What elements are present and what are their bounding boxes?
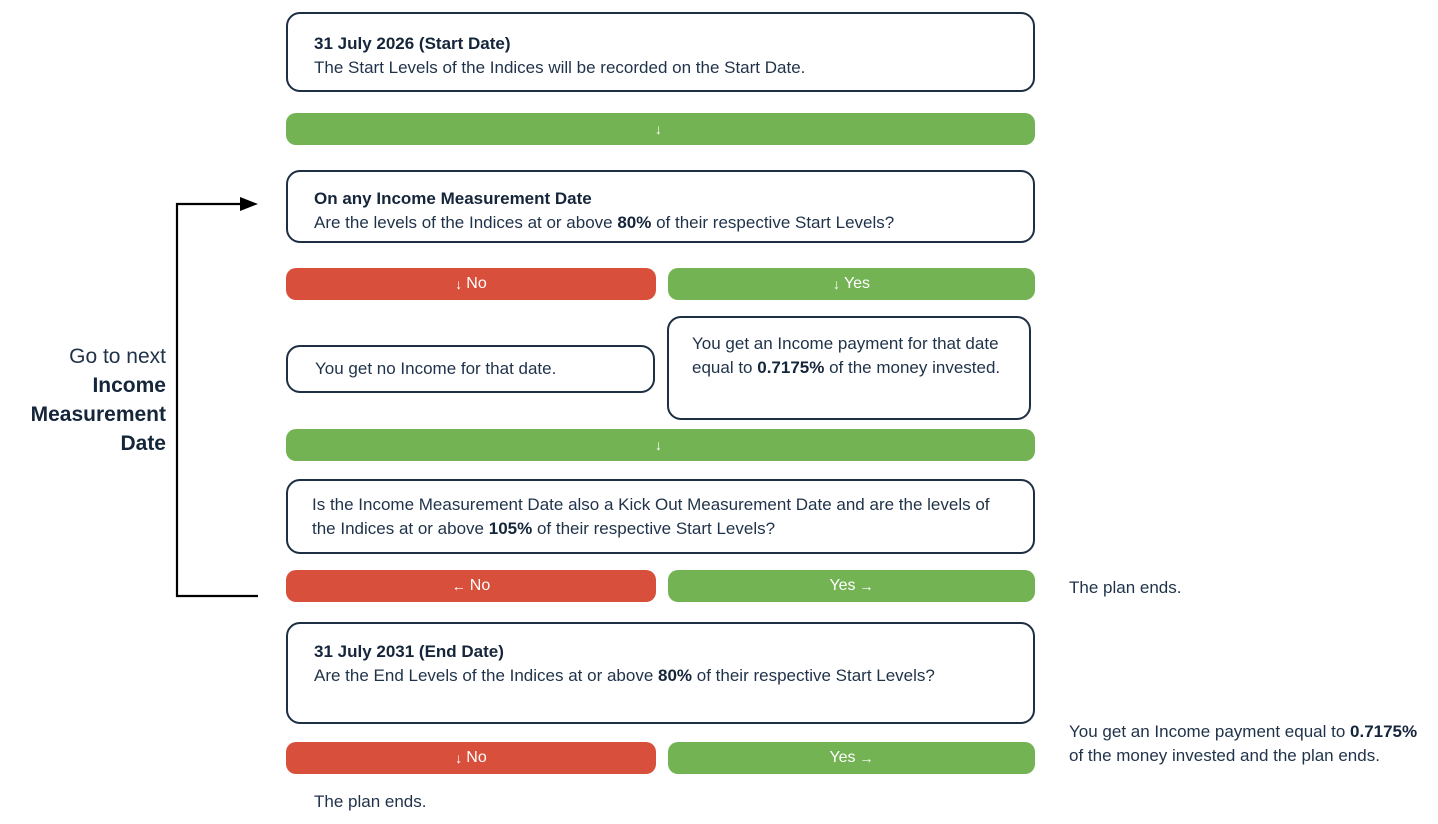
end-yes-bar: Yes → <box>668 742 1035 774</box>
down-arrow-icon: ↓ <box>455 276 463 292</box>
side-label-line1: Go to next <box>69 345 166 368</box>
right-arrow-icon: → <box>859 750 874 766</box>
end-no-bar: ↓ No <box>286 742 656 774</box>
end-yes-label: Yes <box>829 749 856 766</box>
start-date-title: 31 July 2026 (Start Date) <box>314 34 511 53</box>
income-payment-box: You get an Income payment for that date … <box>667 316 1031 420</box>
down-arrow-icon: ↓ <box>832 276 840 292</box>
no-income-box: You get no Income for that date. <box>286 345 655 393</box>
end-yes-result: You get an Income payment equal to 0.717… <box>1069 720 1429 768</box>
down-arrow-icon: ↓ <box>655 437 662 453</box>
kickout-yes-result: The plan ends. <box>1069 578 1182 597</box>
side-label-bold: Income Measurement Date <box>30 374 166 455</box>
kickout-no-bar: ← No <box>286 570 656 602</box>
kickout-threshold: 105% <box>488 519 533 538</box>
end-date-text-pre: Are the End Levels of the Indices at or … <box>314 666 658 685</box>
end-yes-result-post: of the money invested and the plan ends. <box>1069 746 1380 765</box>
kickout-box: Is the Income Measurement Date also a Ki… <box>286 479 1035 554</box>
flow-bar-2: ↓ <box>286 429 1035 461</box>
income-threshold: 80% <box>617 213 652 232</box>
income-yes-label: Yes <box>843 275 871 292</box>
income-payment-rate: 0.7175% <box>757 358 825 377</box>
right-arrow-icon: → <box>859 578 874 594</box>
income-no-bar: ↓ No <box>286 268 656 300</box>
end-no-result: The plan ends. <box>314 792 427 811</box>
end-date-text-post: of their respective Start Levels? <box>692 666 935 685</box>
kickout-yes-bar: Yes → <box>668 570 1035 602</box>
end-no-label: No <box>466 749 487 766</box>
kickout-no-label: No <box>469 577 491 594</box>
income-yes-bar: ↓ Yes <box>668 268 1035 300</box>
start-date-text: The Start Levels of the Indices will be … <box>314 58 806 77</box>
income-measurement-box: On any Income Measurement Date Are the l… <box>286 170 1035 243</box>
no-income-text: You get no Income for that date. <box>315 359 557 378</box>
loop-line <box>175 202 258 598</box>
income-measurement-text-pre: Are the levels of the Indices at or abov… <box>314 213 618 232</box>
loop-arrowhead-icon <box>240 197 258 211</box>
income-measurement-text-post: of their respective Start Levels? <box>651 213 895 232</box>
flow-bar-1: ↓ <box>286 113 1035 145</box>
end-date-box: 31 July 2031 (End Date) Are the End Leve… <box>286 622 1035 724</box>
end-yes-result-rate: 0.7175% <box>1350 722 1418 741</box>
start-date-box: 31 July 2026 (Start Date) The Start Leve… <box>286 12 1035 92</box>
left-arrow-icon: ← <box>451 578 466 594</box>
income-measurement-title: On any Income Measurement Date <box>314 189 592 208</box>
end-date-title: 31 July 2031 (End Date) <box>314 642 504 661</box>
down-arrow-icon: ↓ <box>655 121 662 137</box>
down-arrow-icon: ↓ <box>455 750 463 766</box>
income-payment-text-post: of the money invested. <box>824 358 1001 377</box>
side-label: Go to next Income Measurement Date <box>20 342 166 458</box>
kickout-text-post: of their respective Start Levels? <box>532 519 776 538</box>
income-no-label: No <box>466 275 487 292</box>
kickout-yes-label: Yes <box>829 577 856 594</box>
end-threshold: 80% <box>658 666 693 685</box>
end-yes-result-pre: You get an Income payment equal to <box>1069 722 1351 741</box>
